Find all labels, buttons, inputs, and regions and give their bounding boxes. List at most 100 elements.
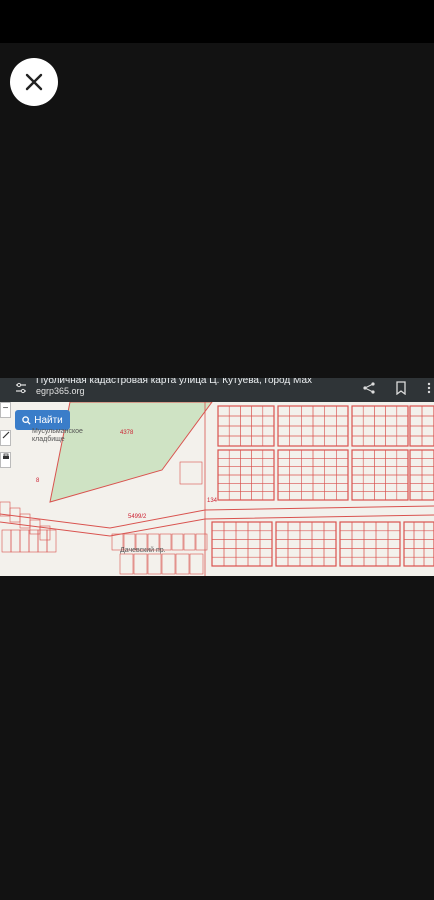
screenshot-photo[interactable]: Публичная кадастровая карта улица Ц. Кут… <box>0 378 434 576</box>
parcel <box>336 483 349 492</box>
parcel <box>259 539 273 549</box>
parcel <box>289 483 302 492</box>
parcel <box>351 415 364 427</box>
parcel <box>339 521 353 532</box>
parcel <box>183 533 196 551</box>
parcel <box>228 466 241 476</box>
parcel <box>409 425 423 437</box>
parcel <box>413 521 425 532</box>
parcel <box>223 521 237 532</box>
page-url[interactable]: egrp365.org <box>36 386 85 396</box>
parcel <box>19 529 30 553</box>
parcel <box>228 491 241 501</box>
parcel <box>251 415 264 427</box>
parcel <box>247 530 261 540</box>
close-button[interactable] <box>10 58 58 106</box>
parcel <box>228 405 241 417</box>
parcel <box>277 474 290 484</box>
print-icon <box>2 453 9 459</box>
parcel <box>259 530 273 540</box>
parcel <box>228 415 241 427</box>
parcel <box>223 548 237 558</box>
parcel <box>217 425 230 437</box>
parcel-label: 134 <box>207 498 218 504</box>
parcel <box>247 556 261 567</box>
parcel <box>262 466 275 476</box>
parcel <box>262 474 275 484</box>
parcel <box>323 556 337 567</box>
parcel <box>240 435 252 447</box>
parcel <box>396 474 409 484</box>
parcel <box>223 530 237 540</box>
parcel <box>235 521 249 532</box>
parcel <box>339 556 353 567</box>
parcel <box>387 521 401 532</box>
parcel <box>351 483 364 492</box>
parcel <box>161 553 176 575</box>
parcel <box>413 539 425 549</box>
parcel <box>336 425 349 437</box>
zoom-out-button[interactable]: − <box>0 402 11 418</box>
parcel <box>217 449 230 459</box>
more-vertical-icon[interactable] <box>424 381 434 395</box>
parcel <box>323 548 337 558</box>
share-icon[interactable] <box>362 381 376 395</box>
parcel <box>262 458 275 467</box>
parcel <box>277 458 290 467</box>
print-button[interactable] <box>0 452 11 468</box>
parcel <box>351 539 365 549</box>
parcel <box>421 425 434 437</box>
parcel <box>423 539 434 549</box>
parcel <box>235 539 249 549</box>
parcel <box>374 466 386 476</box>
parcel <box>387 539 401 549</box>
parcel <box>312 405 325 417</box>
green-zone <box>49 402 213 503</box>
parcel <box>10 529 21 553</box>
parcel <box>251 435 264 447</box>
parcel <box>275 556 289 567</box>
parcel <box>409 466 423 476</box>
parcel <box>287 539 301 549</box>
cadastral-map[interactable]: Найти − Мусульманское кладбище 4378 5499… <box>0 402 434 576</box>
measure-tool-button[interactable] <box>0 430 11 446</box>
parcel <box>385 435 398 447</box>
parcel <box>362 491 375 501</box>
parcel <box>413 530 425 540</box>
parcel <box>336 415 349 427</box>
parcel <box>259 521 273 532</box>
parcel-label: 8 <box>36 478 40 484</box>
parcel <box>423 548 434 558</box>
cemetery-label: Мусульманское кладбище <box>32 428 83 443</box>
parcel <box>247 539 261 549</box>
parcel <box>312 466 325 476</box>
parcel <box>336 435 349 447</box>
parcel <box>1 529 12 553</box>
parcel <box>147 553 162 575</box>
parcel <box>409 483 423 492</box>
find-button[interactable]: Найти <box>15 410 70 430</box>
parcel <box>301 458 314 467</box>
tune-icon[interactable] <box>14 381 28 395</box>
parcel <box>363 556 377 567</box>
parcel <box>423 521 434 532</box>
parcel <box>324 458 337 467</box>
parcel <box>351 491 364 501</box>
parcel <box>339 548 353 558</box>
parcel <box>301 483 314 492</box>
parcel <box>240 415 252 427</box>
parcel <box>301 466 314 476</box>
parcel <box>251 449 264 459</box>
browser-toolbar: Публичная кадастровая карта улица Ц. Кут… <box>0 378 434 402</box>
bookmark-icon[interactable] <box>394 381 408 395</box>
parcel <box>421 466 434 476</box>
parcel <box>374 425 386 437</box>
parcel <box>299 556 313 567</box>
parcel <box>262 449 275 459</box>
parcel <box>287 530 301 540</box>
parcel <box>396 415 409 427</box>
parcel <box>311 539 325 549</box>
parcel <box>289 449 302 459</box>
parcel <box>409 458 423 467</box>
parcel <box>289 491 302 501</box>
